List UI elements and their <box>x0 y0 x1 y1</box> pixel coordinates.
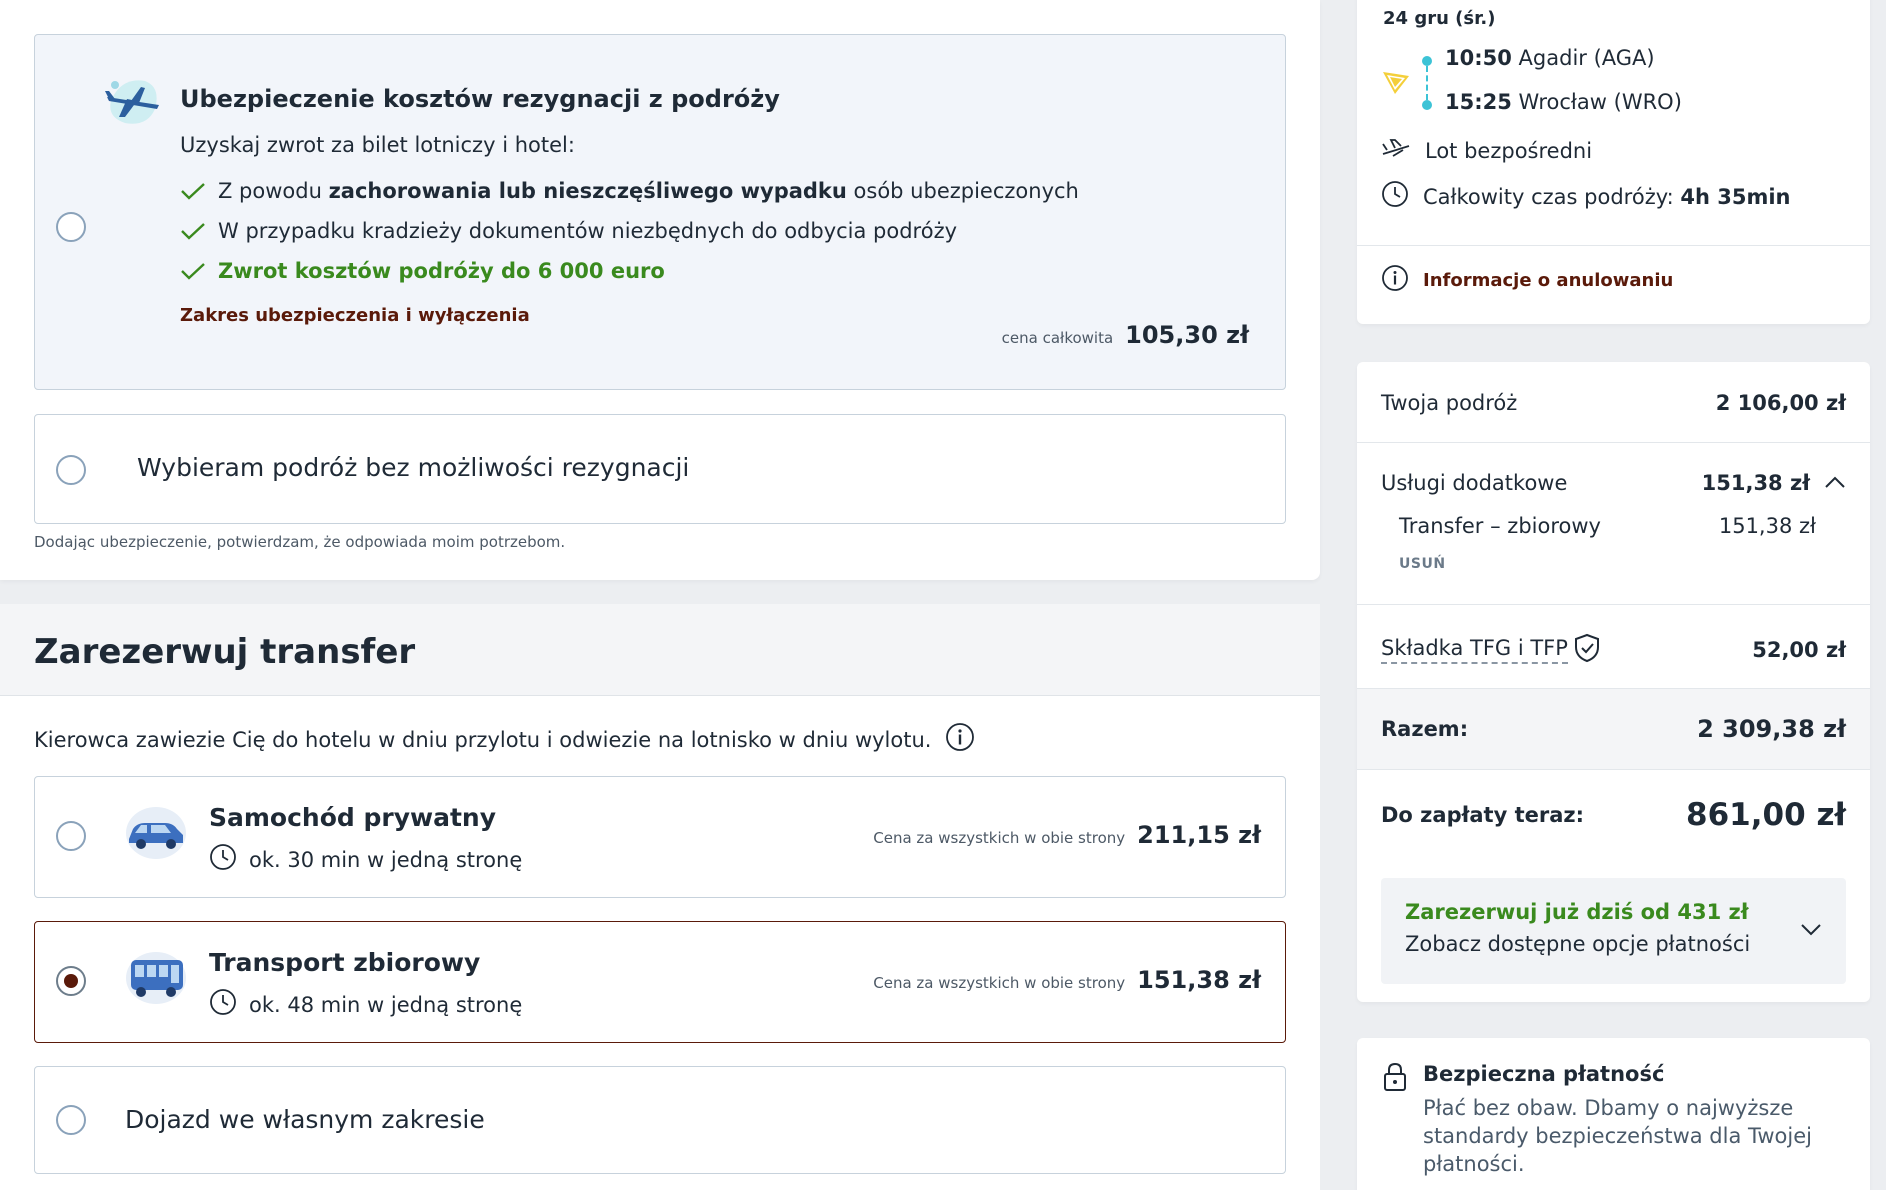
route-line <box>1422 56 1432 110</box>
info-icon[interactable] <box>945 722 975 757</box>
transfer-radio-private[interactable] <box>56 821 86 851</box>
tfg-label[interactable]: Składka TFG i TFP <box>1381 636 1568 664</box>
insurance-radio[interactable] <box>56 212 86 242</box>
tfg-row: Składka TFG i TFP 52,00 zł <box>1381 630 1846 670</box>
check-icon <box>180 182 218 200</box>
no-insurance-radio[interactable] <box>56 455 86 485</box>
transfer-own-label: Dojazd we własnym zakresie <box>125 1105 485 1134</box>
promo-subtitle: Zobacz dostępne opcje płatności <box>1405 932 1751 956</box>
departure: 10:50 Agadir (AGA) <box>1445 46 1655 70</box>
no-insurance-label: Wybieram podróż bez możliwości rezygnacj… <box>137 453 690 482</box>
transfer-header: Zarezerwuj transfer <box>0 604 1320 696</box>
promo-title: Zarezerwuj już dziś od 431 zł <box>1405 900 1749 924</box>
clock-icon <box>1381 180 1409 213</box>
clock-icon <box>209 843 237 876</box>
direct-flight: Lot bezpośredni <box>1381 136 1592 165</box>
trip-price-row: Twoja podróż 2 106,00 zł <box>1381 391 1846 415</box>
shield-check-icon <box>1574 633 1600 667</box>
extra-item-value: 151,38 zł <box>1718 514 1816 538</box>
plane-takeoff-icon <box>1381 136 1411 165</box>
pay-now-row: Do zapłaty teraz: 861,00 zł <box>1381 797 1846 833</box>
bus-icon <box>123 948 189 1012</box>
transfer-price: Cena za wszystkich w obie strony 211,15 … <box>873 821 1261 849</box>
arrival: 15:25 Wrocław (WRO) <box>1445 90 1682 114</box>
benefit-item: W przypadku kradzieży dokumentów niezbęd… <box>180 211 1079 251</box>
transfer-section: Kierowca zawiezie Cię do hotelu w dniu p… <box>0 696 1320 1190</box>
insurance-option[interactable]: Ubezpieczenie kosztów rezygnacji z podró… <box>34 34 1286 390</box>
plane-insurance-icon <box>101 71 165 131</box>
check-icon <box>180 262 218 280</box>
car-icon <box>123 803 189 867</box>
insurance-price: cena całkowita 105,30 zł <box>1001 321 1249 349</box>
airline-logo-icon <box>1381 70 1411 100</box>
transfer-radio-shared[interactable] <box>56 966 86 996</box>
benefit-item: Zwrot kosztów podróży do 6 000 euro <box>180 251 1079 291</box>
lock-icon <box>1383 1062 1407 1096</box>
price-summary: Twoja podróż 2 106,00 zł Usługi dodatkow… <box>1357 362 1870 1002</box>
benefit-item: Z powodu zachorowania lub nieszczęśliweg… <box>180 171 1079 211</box>
transfer-radio-own[interactable] <box>56 1105 86 1135</box>
transfer-title: Samochód prywatny <box>209 803 497 832</box>
secure-title: Bezpieczna płatność <box>1423 1062 1665 1086</box>
insurance-terms-link[interactable]: Zakres ubezpieczenia i wyłączenia <box>180 305 530 326</box>
transfer-heading: Zarezerwuj transfer <box>34 632 416 672</box>
transfer-duration: ok. 48 min w jedną stronę <box>209 988 522 1021</box>
chevron-up-icon[interactable] <box>1824 474 1846 493</box>
info-icon <box>1381 264 1409 296</box>
chevron-down-icon[interactable] <box>1800 922 1822 941</box>
cancellation-info-link[interactable]: Informacje o anulowaniu <box>1381 264 1673 296</box>
no-insurance-option[interactable]: Wybieram podróż bez możliwości rezygnacj… <box>34 414 1286 524</box>
transfer-option-own[interactable]: Dojazd we własnym zakresie <box>34 1066 1286 1174</box>
transfer-title: Transport zbiorowy <box>209 948 481 977</box>
clock-icon <box>209 988 237 1021</box>
remove-link[interactable]: USUŃ <box>1399 556 1446 572</box>
insurance-card: Ubezpieczenie kosztów rezygnacji z podró… <box>0 0 1320 580</box>
flight-date: 24 gru (śr.) <box>1383 8 1496 29</box>
payment-options-dropdown[interactable]: Zarezerwuj już dziś od 431 zł Zobacz dos… <box>1381 878 1846 984</box>
insurance-subtitle: Uzyskaj zwrot za bilet lotniczy i hotel: <box>180 133 575 157</box>
extra-item-label: Transfer – zbiorowy <box>1399 514 1601 538</box>
check-icon <box>180 222 218 240</box>
transfer-option-private[interactable]: Samochód prywatny ok. 30 min w jedną str… <box>34 776 1286 898</box>
extras-row[interactable]: Usługi dodatkowe 151,38 zł <box>1381 466 1846 500</box>
insurance-title: Ubezpieczenie kosztów rezygnacji z podró… <box>180 85 780 113</box>
transfer-description: Kierowca zawiezie Cię do hotelu w dniu p… <box>34 722 975 757</box>
secure-payment-card: Bezpieczna płatność Płać bez obaw. Dbamy… <box>1357 1038 1870 1190</box>
total-row: Razem: 2 309,38 zł <box>1381 715 1846 743</box>
transfer-option-shared[interactable]: Transport zbiorowy ok. 48 min w jedną st… <box>34 921 1286 1043</box>
secure-text: Płać bez obaw. Dbamy o najwyższe standar… <box>1423 1096 1812 1176</box>
insurance-benefits: Z powodu zachorowania lub nieszczęśliweg… <box>180 171 1079 291</box>
transfer-duration: ok. 30 min w jedną stronę <box>209 843 522 876</box>
total-duration: Całkowity czas podróży: 4h 35min <box>1381 180 1791 213</box>
insurance-disclaimer: Dodając ubezpieczenie, potwierdzam, że o… <box>34 533 566 551</box>
flight-card: 24 gru (śr.) 10:50 Agadir (AGA) 15:25 Wr… <box>1357 0 1870 324</box>
transfer-price: Cena za wszystkich w obie strony 151,38 … <box>873 966 1261 994</box>
